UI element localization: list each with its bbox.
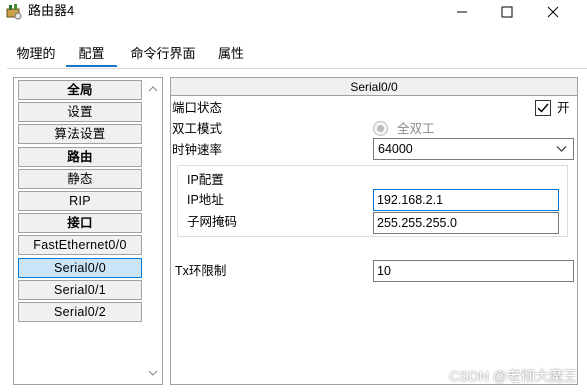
nav-item-serial0-0[interactable]: Serial0/0 bbox=[18, 257, 142, 278]
close-button[interactable] bbox=[534, 0, 572, 24]
nav-item-static[interactable]: 静态 bbox=[18, 168, 142, 189]
tab-bar: 物理的 配置 命令行界面 属性 bbox=[0, 40, 587, 70]
tx-ring-limit-input[interactable]: 10 bbox=[373, 260, 574, 282]
nav-item-serial0-1[interactable]: Serial0/1 bbox=[18, 279, 142, 300]
left-scrollbar[interactable] bbox=[144, 78, 162, 384]
ip-address-label: IP地址 bbox=[187, 193, 224, 207]
interface-config-panel: Serial0/0 端口状态 开 双工模式 全双工 时钟速率 64000 IP配… bbox=[170, 77, 578, 385]
tab-attributes[interactable]: 属性 bbox=[210, 40, 252, 68]
nav-item-algorithm-settings[interactable]: 算法设置 bbox=[18, 124, 142, 145]
close-icon bbox=[547, 6, 559, 18]
minimize-icon bbox=[457, 11, 467, 13]
tab-config[interactable]: 配置 bbox=[66, 40, 117, 68]
port-status-checkbox[interactable] bbox=[535, 100, 551, 116]
nav-item-fastethernet0-0[interactable]: FastEthernet0/0 bbox=[18, 235, 142, 256]
nav-header-routing[interactable]: 路由 bbox=[18, 146, 142, 167]
subnet-mask-input[interactable]: 255.255.255.0 bbox=[373, 212, 559, 234]
port-status-on-label: 开 bbox=[557, 101, 570, 115]
clock-rate-value: 64000 bbox=[378, 142, 413, 156]
panel-title: Serial0/0 bbox=[171, 78, 577, 96]
nav-item-serial0-2[interactable]: Serial0/2 bbox=[18, 301, 142, 322]
full-duplex-label: 全双工 bbox=[397, 122, 435, 136]
nav-item-rip[interactable]: RIP bbox=[18, 190, 142, 211]
window-title: 路由器4 bbox=[28, 3, 75, 18]
tx-ring-limit-label: Tx环限制 bbox=[175, 264, 227, 278]
router-icon bbox=[5, 3, 23, 21]
nav-header-interface[interactable]: 接口 bbox=[18, 213, 142, 234]
ip-config-label: IP配置 bbox=[187, 173, 224, 187]
nav-item-settings[interactable]: 设置 bbox=[18, 102, 142, 123]
checkmark-icon bbox=[537, 103, 549, 113]
maximize-button[interactable] bbox=[488, 0, 526, 24]
duplex-label: 双工模式 bbox=[172, 122, 223, 136]
chevron-down-icon bbox=[556, 146, 567, 152]
scroll-up-icon bbox=[148, 86, 158, 92]
nav-header-global[interactable]: 全局 bbox=[18, 80, 142, 100]
left-nav-list: 全局 设置 算法设置 路由 静态 RIP 接口 FastEthernet0/0 … bbox=[18, 80, 142, 324]
full-duplex-radio[interactable] bbox=[373, 121, 388, 136]
watermark-text: CSDN @老彻大魔王 bbox=[449, 368, 577, 384]
ip-config-group: IP配置 IP地址 192.168.2.1 子网掩码 255.255.255.0 bbox=[177, 165, 568, 237]
maximize-icon bbox=[501, 6, 513, 18]
ip-address-input[interactable]: 192.168.2.1 bbox=[373, 189, 559, 211]
left-nav-panel: 全局 设置 算法设置 路由 静态 RIP 接口 FastEthernet0/0 … bbox=[13, 77, 163, 385]
active-tab-indicator bbox=[66, 65, 117, 67]
clock-rate-select[interactable]: 64000 bbox=[373, 138, 574, 160]
clock-rate-label: 时钟速率 bbox=[172, 143, 223, 157]
minimize-button[interactable] bbox=[443, 0, 481, 24]
port-status-label: 端口状态 bbox=[172, 101, 223, 115]
tab-cli[interactable]: 命令行界面 bbox=[124, 40, 202, 68]
scroll-down-icon bbox=[148, 370, 158, 376]
subnet-mask-label: 子网掩码 bbox=[187, 215, 238, 229]
title-bar: 路由器4 bbox=[0, 0, 587, 24]
tab-physical[interactable]: 物理的 bbox=[10, 40, 62, 68]
